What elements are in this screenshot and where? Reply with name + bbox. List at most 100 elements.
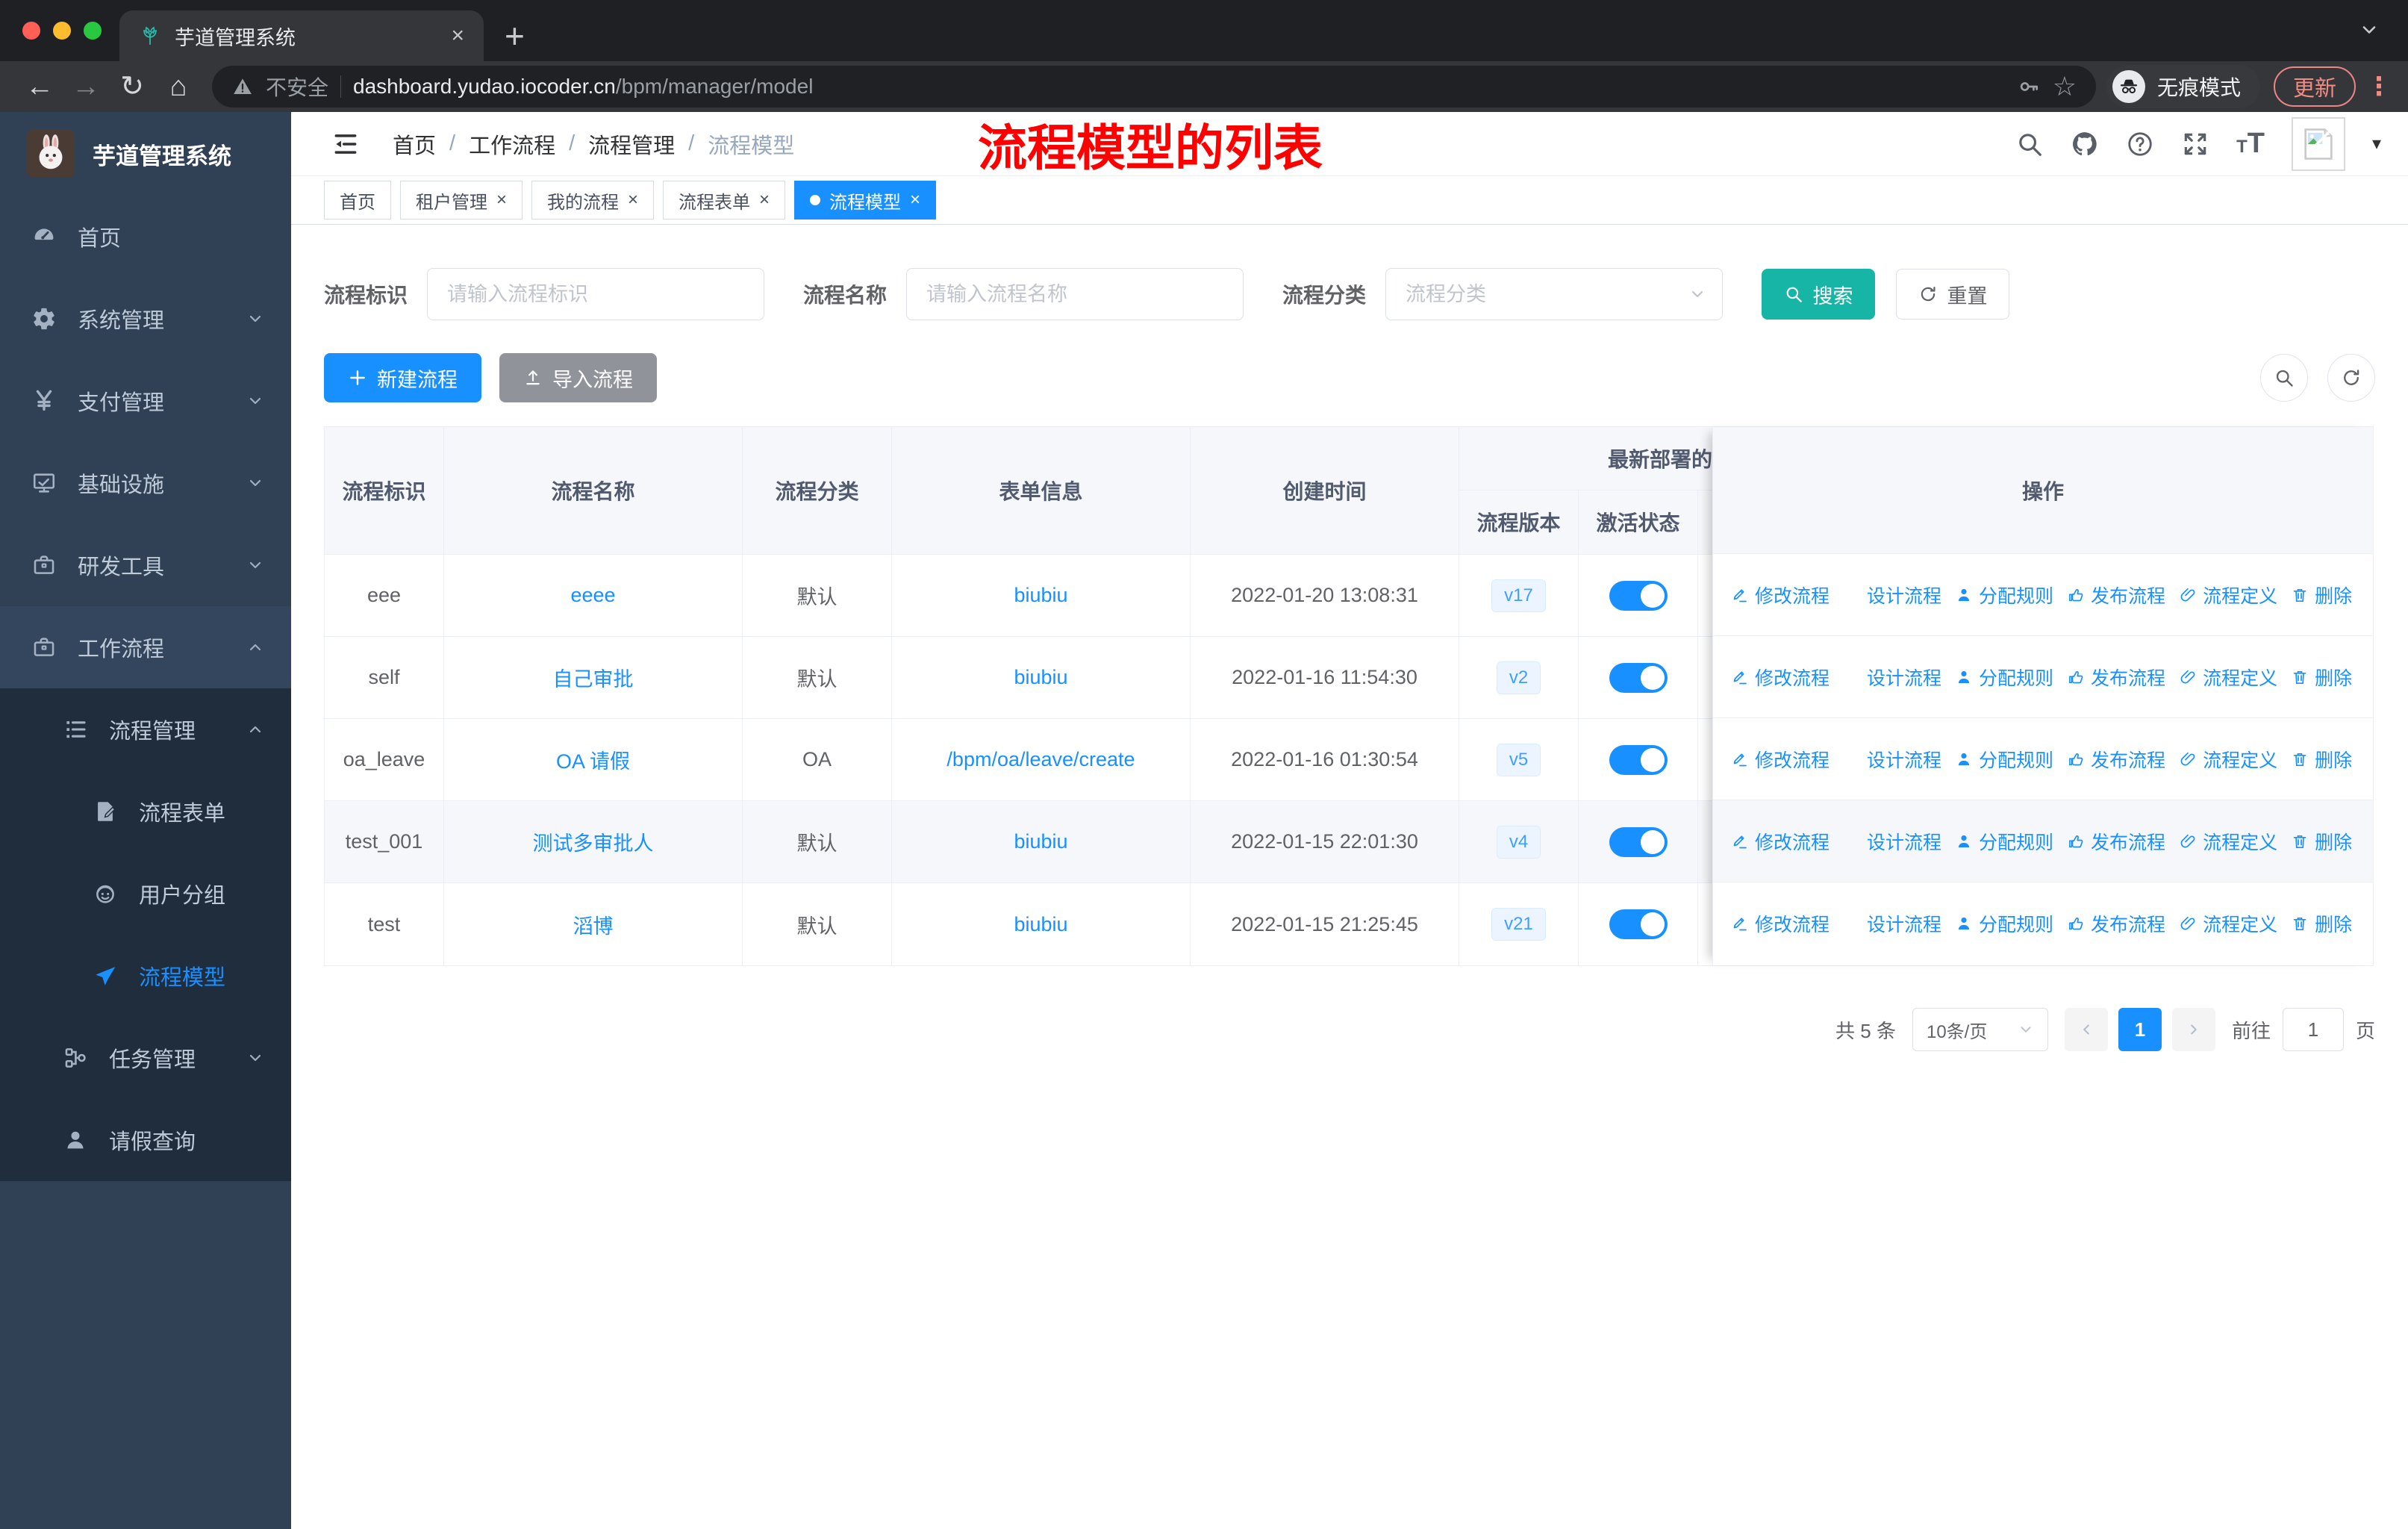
modify-process-link[interactable]: 修改流程 xyxy=(1731,828,1830,855)
prev-page-button[interactable] xyxy=(2064,1008,2108,1051)
avatar-caret-icon[interactable]: ▾ xyxy=(2372,133,2381,155)
publish-process-link[interactable]: 发布流程 xyxy=(2067,828,2165,855)
tab-close-icon[interactable]: × xyxy=(451,25,464,47)
assign-rule-link[interactable]: 分配规则 xyxy=(1955,746,2053,773)
minimize-window-button[interactable] xyxy=(53,22,71,40)
tag-close-icon[interactable]: × xyxy=(910,191,920,209)
new-tab-button[interactable]: + xyxy=(505,13,525,58)
status-toggle[interactable] xyxy=(1609,744,1668,775)
form-info-link[interactable]: biubiu xyxy=(1014,666,1067,689)
status-toggle[interactable] xyxy=(1609,662,1668,693)
delete-link[interactable]: 删除 xyxy=(2291,828,2352,855)
delete-link[interactable]: 删除 xyxy=(2291,664,2352,691)
sidebar-item-leave-query[interactable]: 请假查询 xyxy=(0,1099,291,1181)
current-page-button[interactable]: 1 xyxy=(2118,1008,2162,1051)
form-info-link[interactable]: /bpm/oa/leave/create xyxy=(946,748,1135,771)
sidebar-item-process-management[interactable]: 流程管理 xyxy=(0,688,291,770)
process-definition-link[interactable]: 流程定义 xyxy=(2179,664,2277,691)
tag-tenant-management[interactable]: 租户管理 × xyxy=(400,181,523,219)
reload-button[interactable]: ↻ xyxy=(109,62,155,111)
sidebar-item-dev-tools[interactable]: 研发工具 xyxy=(0,524,291,606)
avatar[interactable] xyxy=(2291,116,2345,171)
forward-button[interactable]: → xyxy=(63,62,109,111)
assign-rule-link[interactable]: 分配规则 xyxy=(1955,582,2053,608)
process-definition-link[interactable]: 流程定义 xyxy=(2179,828,2277,855)
design-process-link[interactable]: 设计流程 xyxy=(1843,910,1941,937)
sidebar-item-workflow[interactable]: 工作流程 xyxy=(0,606,291,688)
tab-search-chevron-icon[interactable] xyxy=(2359,19,2380,40)
toggle-search-button[interactable] xyxy=(2260,354,2308,402)
modify-process-link[interactable]: 修改流程 xyxy=(1731,910,1830,937)
process-name-link[interactable]: 测试多审批人 xyxy=(533,827,654,856)
assign-rule-link[interactable]: 分配规则 xyxy=(1955,910,2053,937)
process-name-link[interactable]: OA 请假 xyxy=(556,745,630,774)
form-info-link[interactable]: biubiu xyxy=(1014,913,1067,936)
fullscreen-icon[interactable] xyxy=(2181,130,2209,158)
address-bar[interactable]: 不安全 dashboard.yudao.iocoder.cn/bpm/manag… xyxy=(212,66,2096,108)
assign-rule-link[interactable]: 分配规则 xyxy=(1955,664,2053,691)
status-toggle[interactable] xyxy=(1609,826,1668,857)
design-process-link[interactable]: 设计流程 xyxy=(1843,664,1941,691)
delete-link[interactable]: 删除 xyxy=(2291,746,2352,773)
refresh-table-button[interactable] xyxy=(2327,354,2375,402)
form-info-link[interactable]: biubiu xyxy=(1014,830,1067,853)
modify-process-link[interactable]: 修改流程 xyxy=(1731,664,1830,691)
process-definition-link[interactable]: 流程定义 xyxy=(2179,582,2277,608)
tag-process-model[interactable]: 流程模型 × xyxy=(794,181,937,219)
design-process-link[interactable]: 设计流程 xyxy=(1843,582,1941,608)
browser-menu-icon[interactable]: ⋮ xyxy=(2366,74,2392,99)
sidebar-item-infrastructure[interactable]: 基础设施 xyxy=(0,442,291,524)
breadcrumb-item[interactable]: 首页 xyxy=(393,128,436,160)
design-process-link[interactable]: 设计流程 xyxy=(1843,746,1941,773)
process-definition-link[interactable]: 流程定义 xyxy=(2179,746,2277,773)
update-browser-button[interactable]: 更新 xyxy=(2273,66,2356,107)
publish-process-link[interactable]: 发布流程 xyxy=(2067,746,2165,773)
github-icon[interactable] xyxy=(2071,130,2099,158)
sidebar-item-process-form[interactable]: 流程表单 xyxy=(0,770,291,853)
import-process-button[interactable]: 导入流程 xyxy=(499,353,657,402)
create-process-button[interactable]: 新建流程 xyxy=(324,353,481,402)
publish-process-link[interactable]: 发布流程 xyxy=(2067,582,2165,608)
process-key-input[interactable] xyxy=(427,268,765,320)
design-process-link[interactable]: 设计流程 xyxy=(1843,828,1941,855)
tag-home[interactable]: 首页 xyxy=(324,181,391,219)
process-name-link[interactable]: 滔博 xyxy=(573,910,614,939)
status-toggle[interactable] xyxy=(1609,580,1668,611)
process-name-input[interactable] xyxy=(906,268,1244,320)
form-info-link[interactable]: biubiu xyxy=(1014,584,1067,607)
sidebar-item-process-model[interactable]: 流程模型 xyxy=(0,935,291,1017)
modify-process-link[interactable]: 修改流程 xyxy=(1731,582,1830,608)
process-category-select[interactable] xyxy=(1385,268,1724,320)
back-button[interactable]: ← xyxy=(16,62,63,111)
sidebar-item-home[interactable]: 首页 xyxy=(0,196,291,278)
sidebar-item-payment-management[interactable]: 支付管理 xyxy=(0,360,291,442)
publish-process-link[interactable]: 发布流程 xyxy=(2067,664,2165,691)
zoom-window-button[interactable] xyxy=(84,22,102,40)
modify-process-link[interactable]: 修改流程 xyxy=(1731,746,1830,773)
bookmark-star-icon[interactable]: ☆ xyxy=(2053,71,2077,102)
sidebar-item-task-management[interactable]: 任务管理 xyxy=(0,1017,291,1099)
tag-close-icon[interactable]: × xyxy=(759,191,770,209)
delete-link[interactable]: 删除 xyxy=(2291,910,2352,937)
search-icon[interactable] xyxy=(2015,130,2044,158)
sidebar-toggle-icon[interactable] xyxy=(331,130,360,158)
browser-tab[interactable]: 芋道管理系统 × xyxy=(119,10,484,61)
sidebar-item-system-management[interactable]: 系统管理 xyxy=(0,278,291,360)
tag-close-icon[interactable]: × xyxy=(628,191,638,209)
delete-link[interactable]: 删除 xyxy=(2291,582,2352,608)
reset-button[interactable]: 重置 xyxy=(1896,269,2010,320)
page-size-select[interactable]: 10条/页 xyxy=(1912,1008,2048,1051)
next-page-button[interactable] xyxy=(2171,1008,2215,1051)
status-toggle[interactable] xyxy=(1609,909,1668,939)
assign-rule-link[interactable]: 分配规则 xyxy=(1955,828,2053,855)
font-size-icon[interactable]: TT xyxy=(2236,128,2265,160)
process-name-link[interactable]: eeee xyxy=(570,584,615,607)
help-icon[interactable] xyxy=(2126,130,2154,158)
goto-page-input[interactable] xyxy=(2282,1008,2344,1051)
breadcrumb-item[interactable]: 流程管理 xyxy=(588,128,675,160)
process-name-link[interactable]: 自己审批 xyxy=(553,663,634,692)
tag-process-form[interactable]: 流程表单 × xyxy=(663,181,786,219)
key-icon[interactable] xyxy=(2017,75,2041,99)
tag-close-icon[interactable]: × xyxy=(496,191,507,209)
home-button[interactable]: ⌂ xyxy=(155,62,202,111)
